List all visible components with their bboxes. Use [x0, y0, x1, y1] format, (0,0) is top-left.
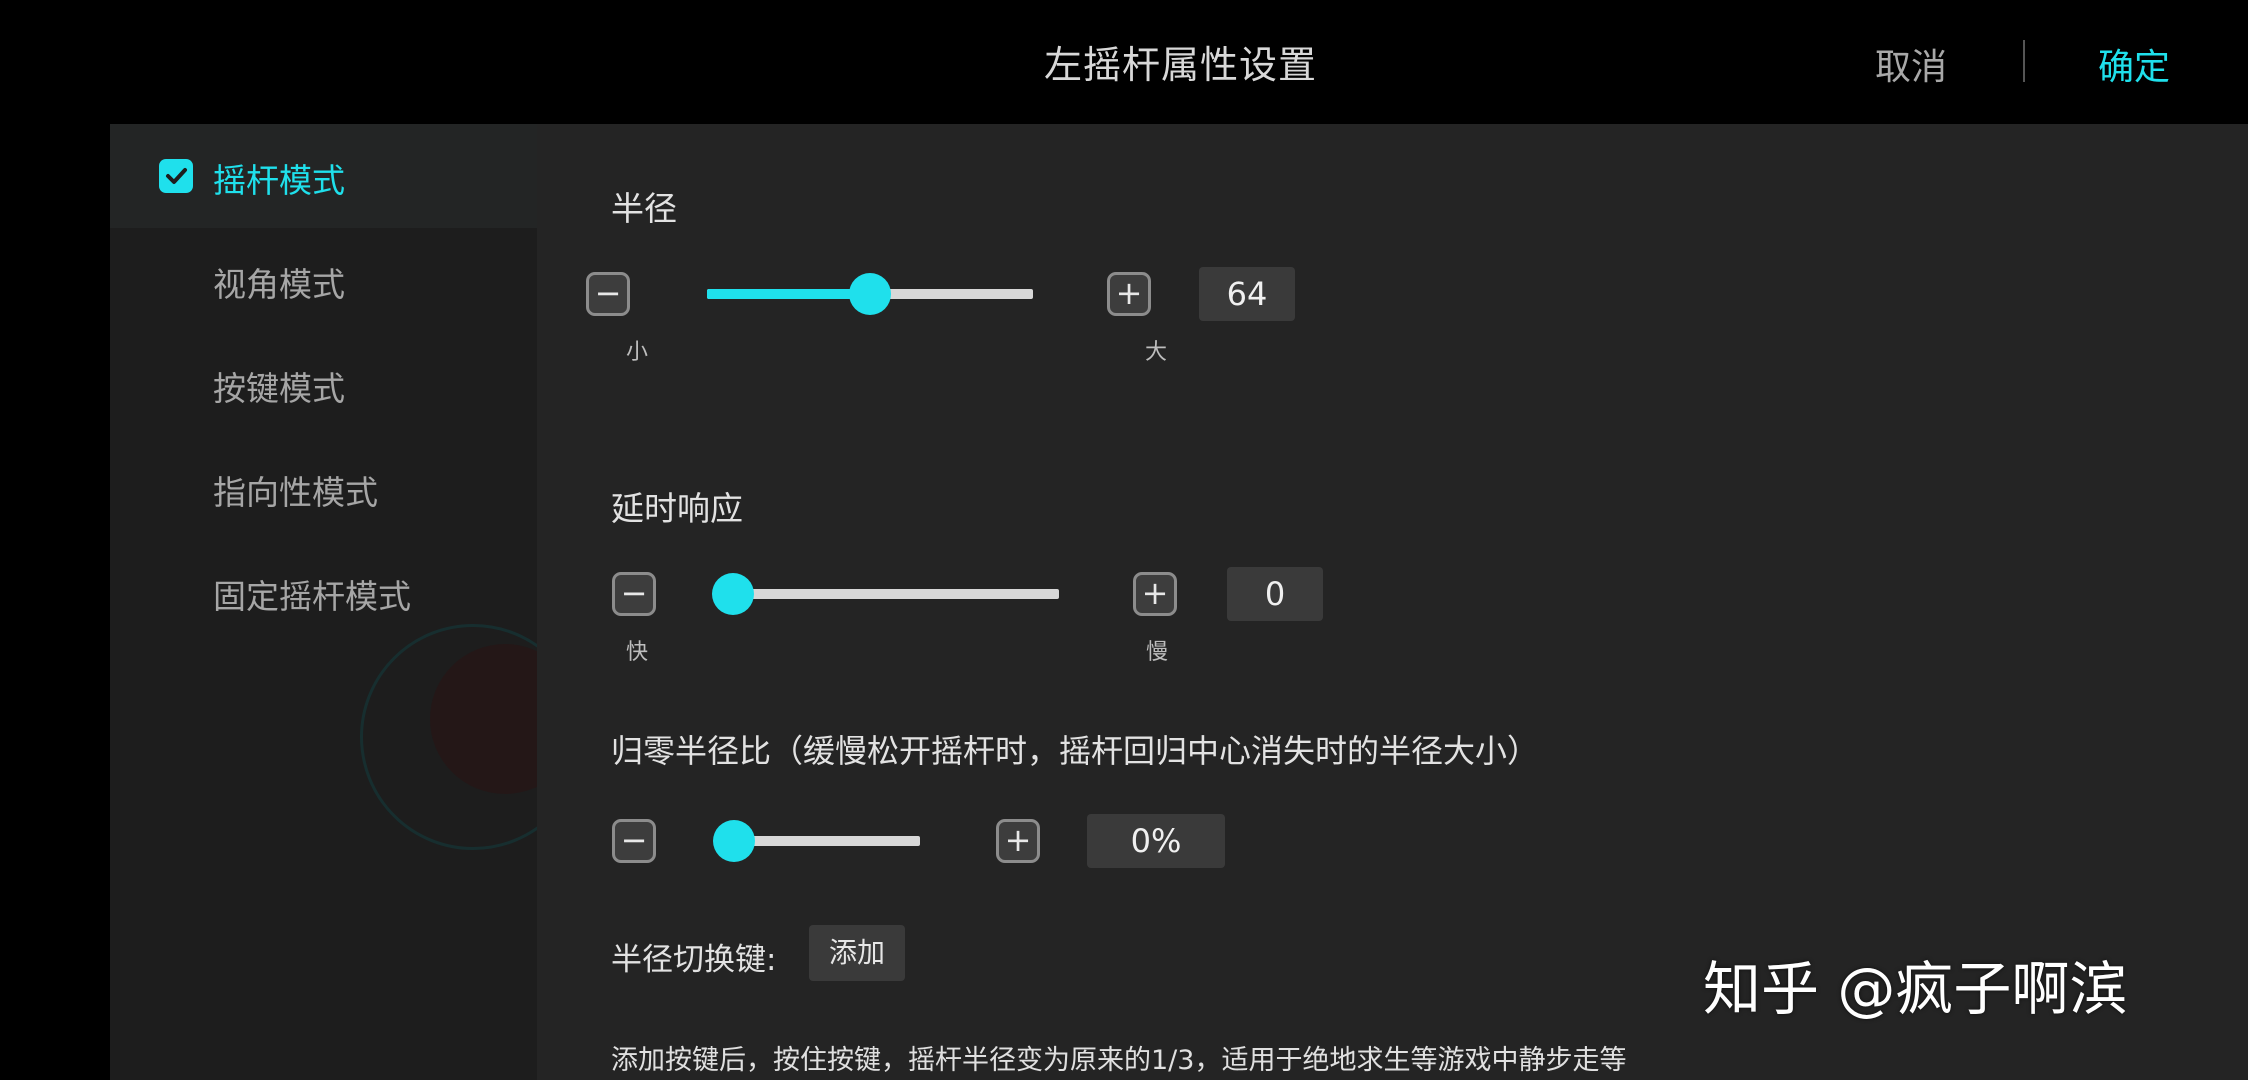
reset-ratio-slider-thumb[interactable] — [713, 820, 755, 862]
minus-icon: − — [620, 574, 648, 612]
sidebar-item-directional-mode[interactable]: 指向性模式 — [110, 436, 537, 540]
header-divider — [2023, 40, 2025, 82]
sidebar-item-label: 固定摇杆模式 — [213, 577, 411, 616]
add-key-button[interactable]: 添加 — [809, 925, 905, 981]
settings-panel: 半径 − 小 + 大 64 延时响应 − 快 + 慢 0 归零半径比（缓慢松开摇… — [537, 124, 2248, 1080]
delay-slider-track[interactable] — [733, 589, 1059, 599]
radius-increase-button[interactable]: + — [1107, 272, 1151, 316]
delay-min-caption: 快 — [626, 640, 649, 665]
reset-ratio-value[interactable]: 0% — [1087, 814, 1225, 868]
delay-slider-thumb[interactable] — [712, 573, 754, 615]
reset-ratio-slider-track[interactable] — [734, 836, 920, 846]
reset-ratio-increase-button[interactable]: + — [996, 819, 1040, 863]
sidebar-item-view-mode[interactable]: 视角模式 — [110, 228, 537, 332]
sidebar-item-label: 视角模式 — [213, 265, 345, 304]
plus-icon: + — [1115, 274, 1143, 312]
radius-value[interactable]: 64 — [1199, 267, 1295, 321]
radius-max-caption: 大 — [1145, 340, 1168, 365]
reset-ratio-decrease-button[interactable]: − — [612, 819, 656, 863]
radius-label: 半径 — [611, 189, 677, 228]
sidebar-item-fixed-joystick-mode[interactable]: 固定摇杆模式 — [110, 540, 537, 644]
sidebar-item-label: 摇杆模式 — [213, 161, 345, 200]
delay-decrease-button[interactable]: − — [612, 572, 656, 616]
minus-icon: − — [620, 821, 648, 859]
mode-sidebar: 摇杆模式 视角模式 按键模式 指向性模式 固定摇杆模式 — [110, 124, 537, 1080]
confirm-button[interactable]: 确定 — [2098, 38, 2170, 90]
reset-ratio-label: 归零半径比（缓慢松开摇杆时，摇杆回归中心消失时的半径大小） — [611, 732, 1540, 770]
plus-icon: + — [1004, 821, 1032, 859]
screen: 左摇杆属性设置 取消 确定 摇杆模式 视角模式 按键模式 指向性模式 固定摇杆模… — [0, 0, 2248, 1080]
radius-slider-fill — [707, 289, 870, 299]
cancel-button[interactable]: 取消 — [1875, 38, 1947, 90]
checkbox-checked-icon — [159, 159, 193, 193]
radius-decrease-button[interactable]: − — [586, 272, 630, 316]
sidebar-item-key-mode[interactable]: 按键模式 — [110, 332, 537, 436]
delay-max-caption: 慢 — [1146, 640, 1169, 665]
sidebar-item-label: 按键模式 — [213, 369, 345, 408]
delay-value[interactable]: 0 — [1227, 567, 1323, 621]
watermark-text: 知乎 @疯子啊滨 — [1703, 955, 2128, 1023]
sidebar-item-joystick-mode[interactable]: 摇杆模式 — [110, 124, 537, 228]
sidebar-item-label: 指向性模式 — [213, 473, 378, 512]
radius-min-caption: 小 — [626, 340, 649, 365]
minus-icon: − — [594, 274, 622, 312]
radius-slider-thumb[interactable] — [849, 273, 891, 315]
delay-increase-button[interactable]: + — [1133, 572, 1177, 616]
delay-label: 延时响应 — [611, 489, 743, 528]
header-bar: 左摇杆属性设置 取消 确定 — [0, 0, 2248, 124]
radius-switch-key-label: 半径切换键: — [611, 942, 777, 978]
plus-icon: + — [1141, 574, 1169, 612]
page-title: 左摇杆属性设置 — [1044, 43, 1318, 87]
radius-switch-description: 添加按键后，按住按键，摇杆半径变为原来的1/3，适用于绝地求生等游戏中静步走等 — [611, 1045, 1627, 1076]
